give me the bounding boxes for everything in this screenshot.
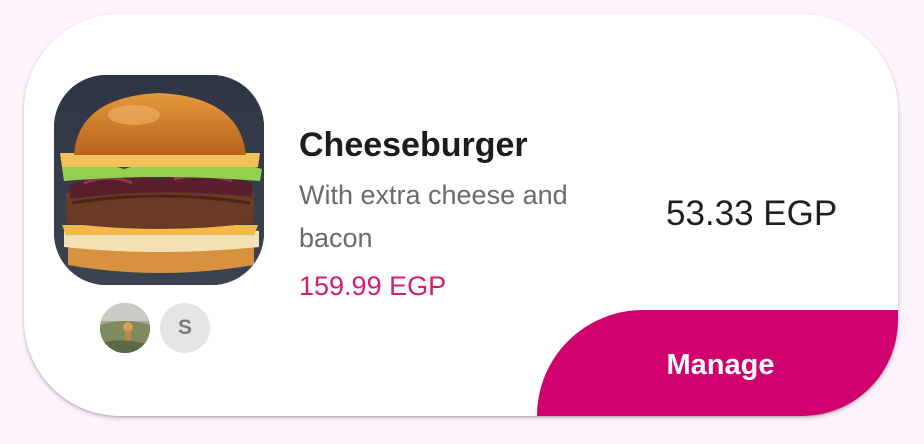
avatar-initial: S (177, 316, 192, 339)
product-description: With extra cheese and bacon (299, 180, 568, 253)
price: 53.33 EGP (666, 194, 838, 233)
user-initial-avatar: S (160, 303, 210, 353)
manage-button[interactable]: Manage (537, 310, 898, 416)
original-price: 159.99 EGP (299, 271, 447, 301)
manage-button-label: Manage (666, 348, 775, 381)
product-card: S Cheeseburger With extra cheese and bac… (24, 14, 898, 416)
product-title: Cheeseburger (299, 126, 528, 164)
user-photo-avatar (100, 303, 150, 353)
burger-image (54, 75, 264, 285)
